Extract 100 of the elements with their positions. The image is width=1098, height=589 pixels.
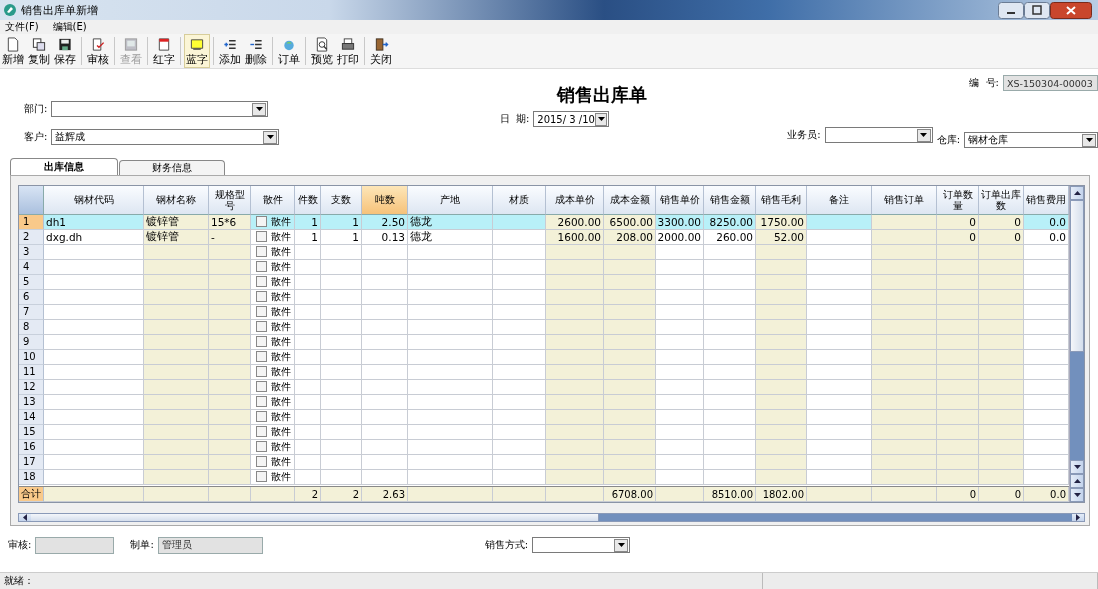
- select-all-corner[interactable]: [19, 186, 44, 215]
- toolbar-button[interactable]: 保存: [52, 34, 78, 68]
- exit-door-icon: [373, 37, 389, 52]
- column-header[interactable]: 销售金额: [704, 186, 756, 215]
- checkbox[interactable]: [256, 381, 267, 393]
- column-header[interactable]: 销售订单: [872, 186, 937, 215]
- scroll-down-button[interactable]: [1070, 460, 1084, 474]
- sales-method-dropdown[interactable]: [532, 537, 631, 553]
- toolbar-button[interactable]: 红字: [151, 34, 177, 68]
- total-cell: 0: [937, 487, 979, 502]
- column-header[interactable]: 销售单价: [656, 186, 704, 215]
- toolbar-button[interactable]: 打印: [335, 34, 361, 68]
- table-cell: 1: [295, 229, 321, 245]
- checkbox[interactable]: [256, 456, 267, 468]
- field-label: 业务员:: [787, 128, 821, 142]
- column-header[interactable]: 规格型号: [209, 186, 251, 215]
- checkbox-label: 散件: [271, 394, 291, 409]
- scroll-thumb[interactable]: [1070, 200, 1084, 352]
- scroll-right-button[interactable]: [1072, 514, 1084, 521]
- toolbar-button[interactable]: 关闭: [368, 34, 394, 68]
- total-cell: 2: [321, 487, 362, 502]
- checkbox[interactable]: [256, 426, 267, 438]
- checkbox[interactable]: [256, 246, 267, 258]
- table-cell: 1: [321, 229, 362, 245]
- total-cell: 2: [295, 487, 321, 502]
- salesperson-dropdown[interactable]: [824, 127, 933, 143]
- toolbar-button[interactable]: 审核: [85, 34, 111, 68]
- reviewer-field[interactable]: [35, 536, 115, 554]
- total-cell: 6708.00: [604, 487, 656, 502]
- checkbox[interactable]: [256, 336, 267, 348]
- column-header[interactable]: 散件: [251, 186, 295, 215]
- minimize-button[interactable]: [998, 1, 1024, 19]
- total-cell: [872, 487, 937, 502]
- checkbox-label: 散件: [271, 319, 291, 334]
- column-header[interactable]: 吨数: [362, 186, 408, 215]
- checkbox[interactable]: [256, 366, 267, 378]
- view-icon: [123, 37, 139, 52]
- column-header[interactable]: 成本单价: [546, 186, 604, 215]
- toolbar-button[interactable]: 新增: [0, 34, 26, 68]
- menu-item[interactable]: 编辑(E): [52, 20, 87, 34]
- toolbar-button[interactable]: 蓝字: [184, 34, 210, 68]
- scroll-thumb[interactable]: [31, 514, 599, 521]
- checkbox[interactable]: [256, 471, 267, 483]
- column-header[interactable]: 支数: [321, 186, 362, 215]
- customer-dropdown[interactable]: 益辉成: [51, 129, 280, 145]
- field-label: 仓库:: [936, 133, 960, 147]
- menu-item[interactable]: 文件(F): [5, 20, 39, 34]
- checkbox[interactable]: [256, 351, 267, 363]
- total-cell: 1802.00: [756, 487, 807, 502]
- toolbar-button[interactable]: 添加: [217, 34, 243, 68]
- checkbox-label: 散件: [271, 364, 291, 379]
- toolbar-button[interactable]: 订单: [276, 34, 302, 68]
- checkbox[interactable]: [256, 411, 267, 423]
- scroll-down-button[interactable]: [1070, 488, 1084, 502]
- checkbox[interactable]: [256, 441, 267, 453]
- checkbox[interactable]: [256, 216, 267, 228]
- column-header[interactable]: 备注: [807, 186, 872, 215]
- checkbox[interactable]: [256, 291, 267, 303]
- toolbar-button[interactable]: 预览: [309, 34, 335, 68]
- checkbox[interactable]: [256, 261, 267, 273]
- checkbox[interactable]: [256, 276, 267, 288]
- horizontal-scrollbar[interactable]: [18, 513, 1085, 522]
- checkbox[interactable]: [256, 321, 267, 333]
- checkbox[interactable]: [256, 231, 267, 243]
- checkbox[interactable]: [256, 396, 267, 408]
- vertical-scrollbar[interactable]: [1069, 186, 1084, 502]
- department-dropdown[interactable]: [51, 101, 269, 117]
- column-header[interactable]: 销售费用: [1024, 186, 1069, 215]
- approve-document-icon: [90, 37, 106, 52]
- column-header[interactable]: 钢材名称: [144, 186, 209, 215]
- scroll-up-button[interactable]: [1070, 186, 1084, 200]
- total-cell: [144, 487, 209, 502]
- warehouse-dropdown[interactable]: 钢材仓库: [964, 132, 1098, 148]
- maximize-button[interactable]: [1024, 1, 1050, 19]
- column-header[interactable]: 产地: [408, 186, 493, 215]
- add-row-icon: [222, 37, 238, 52]
- scroll-up-button[interactable]: [1070, 474, 1084, 488]
- column-header[interactable]: 订单出库数: [979, 186, 1024, 215]
- column-header[interactable]: 钢材代码: [44, 186, 144, 215]
- creator-field[interactable]: 管理员: [157, 536, 263, 554]
- date-picker[interactable]: 2015/ 3 /10: [533, 111, 610, 127]
- total-cell: 2.63: [362, 487, 408, 502]
- column-header[interactable]: 订单数量: [937, 186, 979, 215]
- total-cell: [807, 487, 872, 502]
- dropdown-arrow-icon: [1085, 138, 1093, 142]
- toolbar-button[interactable]: 删除: [243, 34, 269, 68]
- number-field[interactable]: XS-150304-00003: [1003, 75, 1098, 91]
- column-header[interactable]: 销售毛利: [756, 186, 807, 215]
- checkbox[interactable]: [256, 306, 267, 318]
- tab[interactable]: 财务信息: [119, 160, 225, 175]
- calendar-page-icon: [156, 37, 172, 52]
- tab[interactable]: 出库信息: [10, 158, 118, 175]
- scroll-left-button[interactable]: [19, 514, 31, 521]
- column-header[interactable]: 件数: [295, 186, 321, 215]
- column-header[interactable]: 材质: [493, 186, 546, 215]
- caret-right-icon: [1076, 514, 1080, 521]
- field-label: 编 号:: [969, 76, 999, 90]
- column-header[interactable]: 成本金额: [604, 186, 656, 215]
- close-button[interactable]: [1050, 1, 1092, 19]
- toolbar-button[interactable]: 复制: [26, 34, 52, 68]
